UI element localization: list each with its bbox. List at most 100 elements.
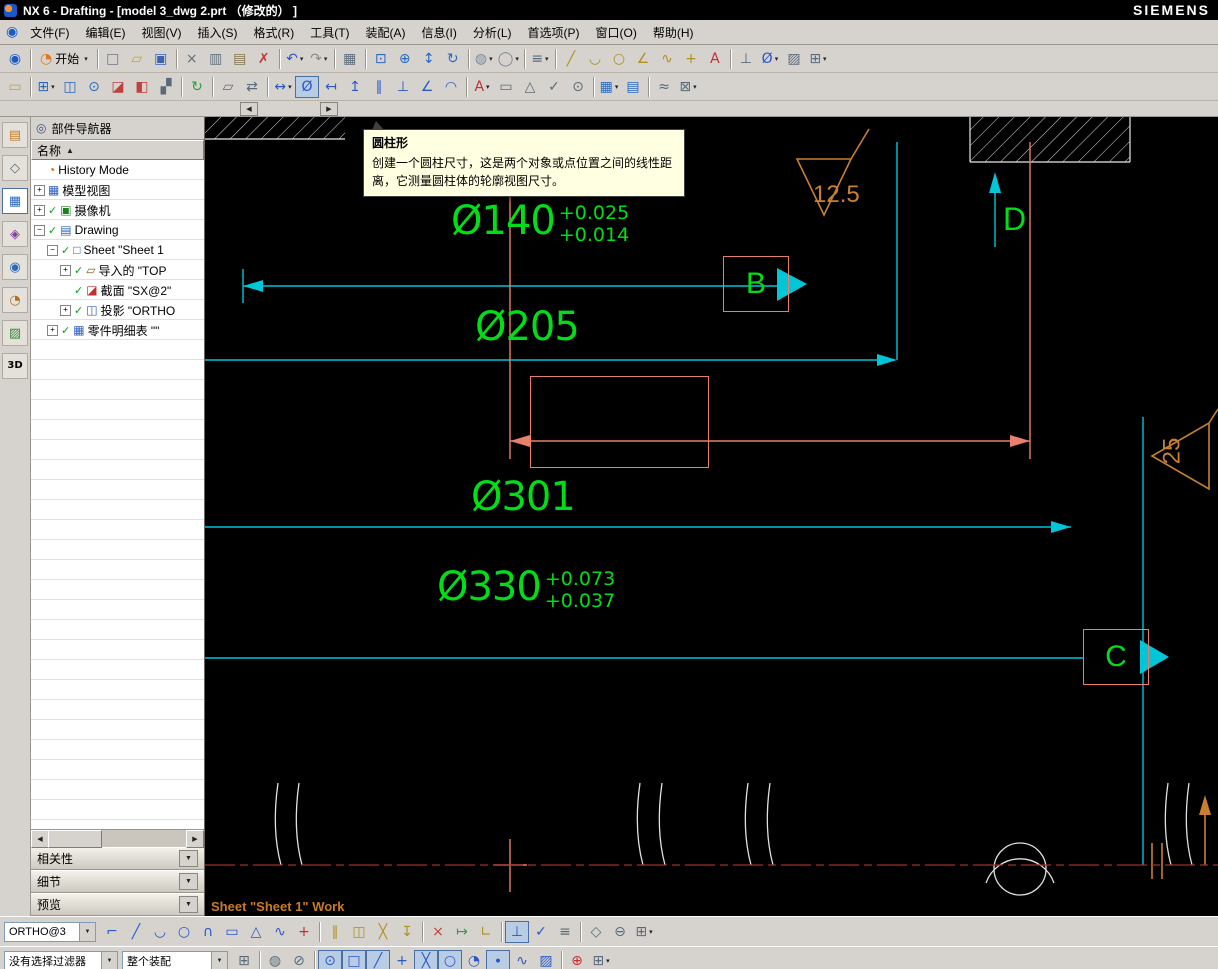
- convert-reference-tool[interactable]: ◇: [584, 921, 608, 943]
- constraints-tool[interactable]: ⊥: [505, 920, 529, 943]
- quick-extend-tool[interactable]: ↦: [450, 921, 474, 943]
- visibility-check-icon[interactable]: ✓: [48, 224, 57, 237]
- tree-node[interactable]: + ▦ 模型视图: [31, 180, 204, 200]
- line-tool-button[interactable]: ╱: [559, 48, 583, 70]
- datum-label-b[interactable]: B: [723, 256, 789, 312]
- arc-tool-button[interactable]: ◡: [583, 48, 607, 70]
- selection-filter-combo[interactable]: 没有选择过滤器 ▼: [4, 951, 118, 969]
- parts-list-button[interactable]: ▤: [621, 76, 645, 98]
- mirror-curve-tool[interactable]: ◫: [347, 921, 371, 943]
- deselect-button[interactable]: ⊘: [287, 950, 311, 969]
- snap-intersection-toggle[interactable]: ╳: [414, 950, 438, 969]
- make-corner-tool[interactable]: ∟: [474, 921, 498, 943]
- auto-constrain-tool[interactable]: ✓: [529, 921, 553, 943]
- tree-node[interactable]: − ✓ ▤ Drawing: [31, 220, 204, 240]
- copy-button[interactable]: ▥: [204, 48, 228, 70]
- angular-dimension-button[interactable]: ∠: [415, 76, 439, 98]
- polygon-tool[interactable]: △: [244, 921, 268, 943]
- true-shading-tab[interactable]: 3D: [2, 353, 28, 379]
- annotation-settings-button[interactable]: ≈: [652, 76, 676, 98]
- inferred-dimension-button[interactable]: ↔ ▾: [271, 76, 295, 98]
- point-tool[interactable]: +: [292, 921, 316, 943]
- visibility-check-icon[interactable]: ✓: [61, 244, 70, 257]
- angle-tool-button[interactable]: ∠: [631, 48, 655, 70]
- toolbar-scroll-right-button[interactable]: ▶: [320, 102, 338, 116]
- arc-tool[interactable]: ◡: [148, 921, 172, 943]
- intersection-point-tool[interactable]: ╳: [371, 921, 395, 943]
- tree-node[interactable]: + ✓ ▣ 摄像机: [31, 200, 204, 220]
- snap-midpoint-toggle[interactable]: ╱: [366, 950, 390, 969]
- pan-button[interactable]: ↕: [417, 48, 441, 70]
- fillet-tool[interactable]: ∩: [196, 921, 220, 943]
- base-view-button-dropdown[interactable]: ▾: [51, 83, 55, 91]
- menu-item-5[interactable]: 工具(T): [302, 21, 357, 44]
- redo-button-dropdown[interactable]: ▾: [324, 55, 328, 63]
- print-button[interactable]: ▦: [338, 48, 362, 70]
- shaded-display-button[interactable]: ◍ ▾: [472, 48, 496, 70]
- edit-view-button[interactable]: ▱: [216, 76, 240, 98]
- sketch-options-button[interactable]: ⊞ ▾: [632, 921, 656, 943]
- undo-button[interactable]: ↶ ▾: [283, 48, 307, 70]
- toolbar-scroll-left-button[interactable]: ◀: [240, 102, 258, 116]
- datum-label-d[interactable]: D: [1003, 201, 1026, 238]
- studio-spline-tool[interactable]: ∿: [268, 921, 292, 943]
- quick-trim-tool[interactable]: ×: [426, 921, 450, 943]
- layer-settings-button-dropdown[interactable]: ▾: [545, 55, 549, 63]
- rectangle-tool[interactable]: ▭: [220, 921, 244, 943]
- parallel-dimension-button[interactable]: ∥: [367, 76, 391, 98]
- snap-arc-center-toggle[interactable]: ○: [438, 950, 462, 969]
- navigator-panel-1[interactable]: 细节 ▼: [31, 870, 204, 893]
- surface-finish-12-5[interactable]: 12.5: [813, 181, 860, 209]
- navigator-hscrollbar[interactable]: ◀ ▶: [31, 829, 204, 848]
- undo-button-dropdown[interactable]: ▾: [300, 55, 304, 63]
- visibility-check-icon[interactable]: ✓: [48, 204, 57, 217]
- pattern-display-button[interactable]: ▨: [782, 48, 806, 70]
- reuse-library-tab[interactable]: ◈: [2, 221, 28, 247]
- selection-scope-button[interactable]: ⊞: [232, 950, 256, 969]
- drawing-canvas[interactable]: Ø140 +0.025 +0.014 Ø205 Ø275 Ø301 Ø330 +…: [205, 117, 1218, 916]
- snap-point-on-surface-toggle[interactable]: ▨: [534, 950, 558, 969]
- circle-tool-button[interactable]: ○: [607, 48, 631, 70]
- panel-expand-icon[interactable]: ▼: [179, 873, 198, 890]
- snap-point-toggle[interactable]: ⊙: [318, 950, 342, 969]
- visibility-check-icon[interactable]: ✓: [61, 324, 70, 337]
- start-menu-button-dropdown[interactable]: ▾: [84, 55, 88, 63]
- highlight-button[interactable]: ◍: [263, 950, 287, 969]
- tree-expander[interactable]: +: [60, 264, 71, 276]
- new-file-button[interactable]: □: [101, 48, 125, 70]
- projected-view-button[interactable]: ◫: [58, 76, 82, 98]
- tree-expander[interactable]: −: [34, 224, 45, 236]
- note-button-dropdown[interactable]: ▾: [486, 83, 490, 91]
- tree-node[interactable]: + ✓ ▱ 导入的 "TOP: [31, 260, 204, 280]
- more-commands-button-dropdown[interactable]: ▾: [823, 55, 827, 63]
- more-drafting-button-dropdown[interactable]: ▾: [693, 83, 697, 91]
- tree-node[interactable]: + ✓ ◫ 投影 "ORTHO: [31, 300, 204, 320]
- selection-scope-combo[interactable]: 整个装配 ▼: [122, 951, 228, 969]
- redo-button[interactable]: ↷ ▾: [307, 48, 331, 70]
- table-button-dropdown[interactable]: ▾: [615, 83, 619, 91]
- start-menu-button[interactable]: ◔ 开始 ▾: [34, 48, 94, 70]
- update-views-button[interactable]: ↻: [185, 76, 209, 98]
- half-section-view-button[interactable]: ◧: [130, 76, 154, 98]
- constraint-navigator-tab[interactable]: ◇: [2, 155, 28, 181]
- tree-expander[interactable]: +: [34, 184, 45, 196]
- new-sheet-button[interactable]: ▭: [3, 76, 27, 98]
- menu-item-1[interactable]: 编辑(E): [78, 21, 134, 44]
- profile-tool[interactable]: ⌐: [100, 921, 124, 943]
- datum-plane-button[interactable]: ⊥: [734, 48, 758, 70]
- menu-item-10[interactable]: 窗口(O): [588, 21, 645, 44]
- assembly-navigator-tab[interactable]: ▤: [2, 122, 28, 148]
- cut-button[interactable]: ×: [180, 48, 204, 70]
- delete-button[interactable]: ✗: [252, 48, 276, 70]
- project-curve-tool[interactable]: ↧: [395, 921, 419, 943]
- combo-dropdown-icon[interactable]: ▼: [211, 952, 227, 969]
- combo-dropdown-icon[interactable]: ▼: [101, 952, 117, 969]
- snap-point-on-curve-toggle[interactable]: ∿: [510, 950, 534, 969]
- symbol-button-dropdown[interactable]: ▾: [775, 55, 779, 63]
- more-commands-button[interactable]: ⊞ ▾: [806, 48, 830, 70]
- menu-item-11[interactable]: 帮助(H): [645, 21, 702, 44]
- menu-item-3[interactable]: 插入(S): [190, 21, 246, 44]
- show-constraints-tool[interactable]: ≡: [553, 921, 577, 943]
- radius-dimension-button[interactable]: ◠: [439, 76, 463, 98]
- sketch-plane-combo[interactable]: ORTHO@3 ▼: [4, 921, 96, 942]
